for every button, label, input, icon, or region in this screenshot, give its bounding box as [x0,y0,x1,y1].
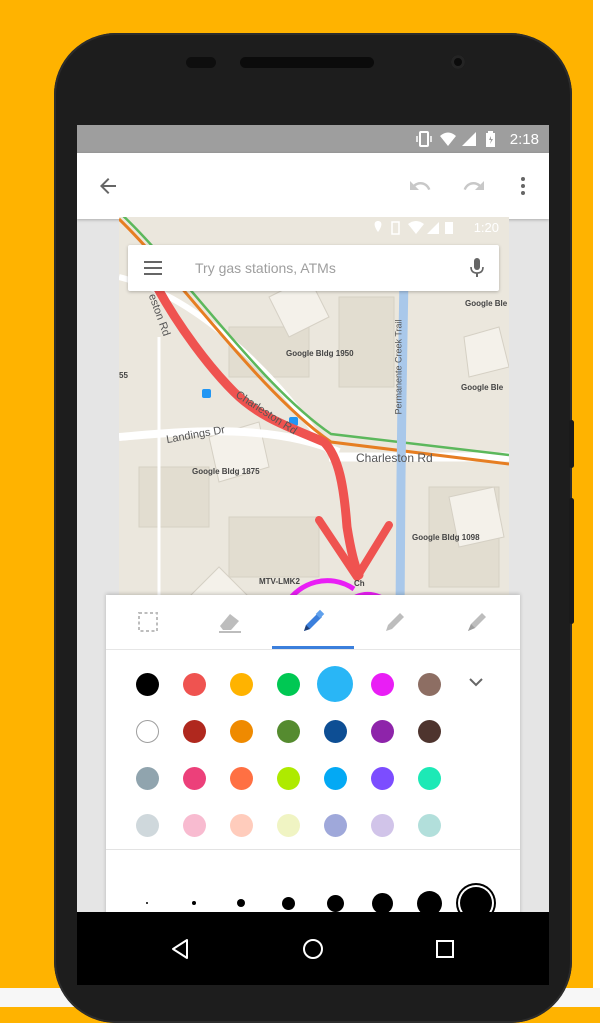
color-swatch[interactable] [323,813,347,837]
color-swatch[interactable] [417,719,441,743]
select-icon [138,612,158,632]
active-tool-indicator [272,646,354,649]
map-label-bldg-right-2: Google Ble [461,383,504,392]
color-swatch[interactable] [370,719,394,743]
map-label-bldg-1098: Google Bldg 1098 [412,533,480,542]
color-swatch[interactable] [135,719,159,743]
color-swatch[interactable] [417,813,441,837]
color-swatch[interactable] [370,766,394,790]
menu-icon [144,261,162,275]
pen-icon [304,609,325,631]
navigation-bar [77,912,549,985]
stroke-size-option[interactable] [326,894,344,912]
color-swatch[interactable] [182,766,206,790]
nav-back-button[interactable] [166,934,196,964]
color-swatch[interactable] [276,719,300,743]
color-swatch[interactable] [370,813,394,837]
sensor-slot [186,57,216,68]
color-swatch[interactable] [182,813,206,837]
map-label-number: 55 [119,371,128,380]
tool-selector [106,595,520,650]
color-swatch[interactable] [229,672,253,696]
street-charleston-rd: Charleston Rd [356,451,433,465]
status-time: 2:18 [509,131,539,148]
highlighter-icon [468,613,486,631]
vibrate-icon [416,131,432,147]
redo-button[interactable] [459,171,489,201]
undo-button[interactable] [405,171,435,201]
tool-highlighter[interactable] [460,605,494,639]
street-permanente-creek-trail: Permanente Creek Trail [393,319,404,415]
stroke-size-option[interactable] [371,892,393,914]
volume-button [569,420,574,468]
more-vert-icon [521,177,525,195]
color-swatch[interactable] [276,672,300,696]
color-swatch[interactable] [370,672,394,696]
map-status-bar: 1:20 [119,217,509,239]
back-button[interactable] [93,171,123,201]
earpiece-speaker [240,57,374,68]
color-swatch[interactable] [135,672,159,696]
color-swatch[interactable] [182,672,206,696]
map-search-box[interactable]: Try gas stations, ATMs [128,245,499,291]
stroke-size-option[interactable] [237,899,245,907]
color-swatch[interactable] [417,672,441,696]
status-bar: 2:18 [77,125,549,153]
arrow-back-icon [100,178,116,194]
map-label-bldg-1950: Google Bldg 1950 [286,349,354,358]
color-swatch[interactable] [276,766,300,790]
stroke-size-option[interactable] [146,902,148,904]
color-swatch[interactable] [276,813,300,837]
tool-pen[interactable] [296,605,330,639]
map-label-ch: Ch [354,579,365,588]
color-swatch[interactable] [229,719,253,743]
map-status-time: 1:20 [473,220,499,235]
background-strip [593,0,600,1007]
expand-colors-button[interactable] [464,670,488,694]
more-options-button[interactable] [508,171,538,201]
color-swatch[interactable] [323,719,347,743]
stroke-size-option[interactable] [192,901,196,905]
cell-signal-icon [462,132,476,146]
redo-icon [463,181,484,190]
stroke-size-option[interactable] [281,896,295,910]
color-swatch[interactable] [323,766,347,790]
map-label-bldg-right-1: Google Ble [465,299,508,308]
app-bar [77,153,549,219]
battery-icon [486,131,495,147]
undo-icon [410,181,431,190]
chevron-down-icon [469,678,483,687]
back-icon [172,939,188,959]
eraser-icon [219,614,241,633]
color-swatch[interactable] [317,666,353,702]
map-status-icons [374,221,453,235]
color-swatch[interactable] [135,813,159,837]
tool-select[interactable] [131,605,165,639]
home-icon [303,939,323,959]
front-camera [451,55,465,69]
marker-icon [386,613,404,631]
color-swatch[interactable] [229,813,253,837]
stroke-size-divider [106,849,520,850]
mic-icon [470,258,484,277]
annotated-map-image[interactable]: 1:20 Try gas stations, ATMs Google Bldg … [119,217,509,617]
map-label-bldg-1875: Google Bldg 1875 [192,467,260,476]
phone-screen: 2:18 1:20 Try gas stations, ATMs Google … [77,125,549,985]
color-swatch[interactable] [135,766,159,790]
color-swatch[interactable] [229,766,253,790]
nav-home-button[interactable] [298,934,328,964]
tool-marker[interactable] [378,605,412,639]
recents-icon [436,940,454,958]
color-swatch[interactable] [182,719,206,743]
power-button [569,498,574,624]
wifi-icon [440,132,456,146]
color-swatch[interactable] [417,766,441,790]
tool-eraser[interactable] [213,605,247,639]
map-label-mtv: MTV-LMK2 [259,577,300,586]
nav-recents-button[interactable] [430,934,460,964]
map-search-placeholder: Try gas stations, ATMs [195,260,336,276]
